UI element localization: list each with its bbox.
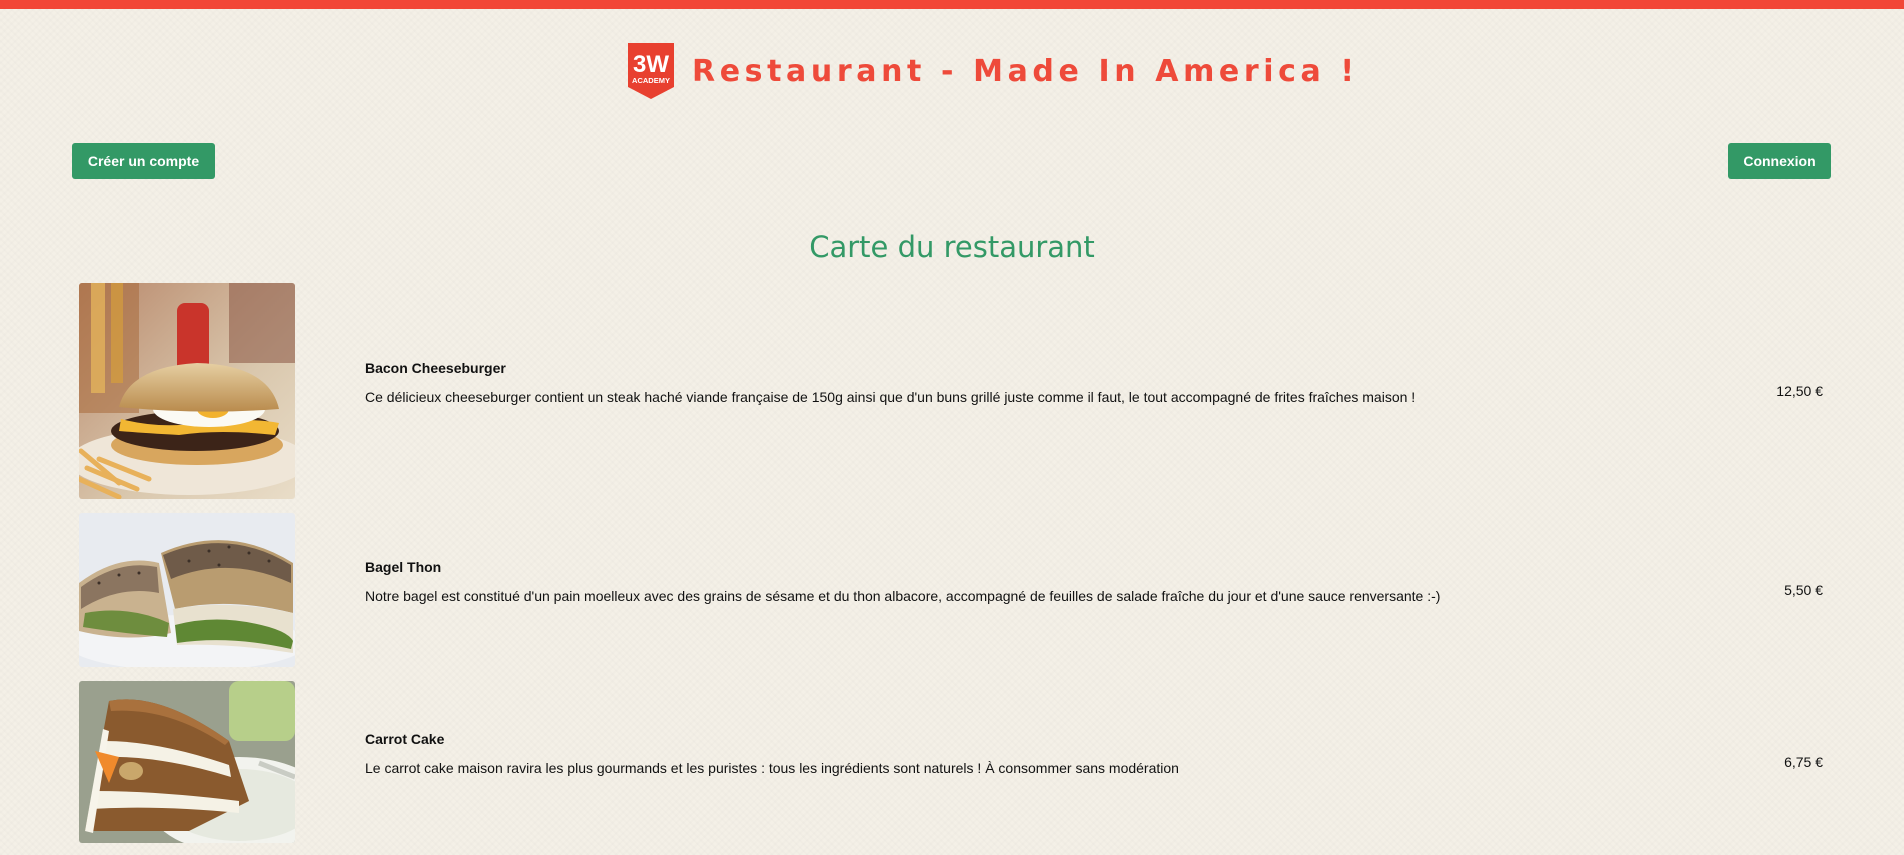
menu-heading: Carte du restaurant [809,230,1095,264]
site-brand[interactable]: 3W ACADEMY Restaurant - Made In America … [626,43,1359,99]
menu-item-price: 12,50 € [1776,383,1823,399]
menu-item-description: Ce délicieux cheeseburger contient un st… [365,389,1416,405]
menu-item-name: Bagel Thon [365,559,442,575]
site-title: Restaurant - Made In America ! [692,53,1359,89]
menu-item-name: Carrot Cake [365,731,445,747]
menu-item: Bacon Cheeseburger Ce délicieux cheesebu… [79,283,1831,499]
carrot-cake-photo [79,681,295,843]
menu-item: Carrot Cake Le carrot cake maison ravira… [79,681,1831,843]
menu-item-price: 5,50 € [1784,582,1823,598]
menu-item-name: Bacon Cheeseburger [365,360,506,376]
login-button[interactable]: Connexion [1728,143,1831,179]
menu-item-description: Le carrot cake maison ravira les plus go… [365,760,1179,776]
3w-academy-logo: 3W ACADEMY [626,43,676,99]
bagel-photo [79,513,295,667]
menu-item-price: 6,75 € [1784,754,1823,770]
top-accent-bar [0,0,1904,9]
logo-text-top: 3W [633,51,669,78]
burger-photo [79,283,295,499]
menu-item-description: Notre bagel est constitué d'un pain moel… [365,588,1441,604]
logo-text-bottom: ACADEMY [632,76,670,85]
menu-item: Bagel Thon Notre bagel est constitué d'u… [79,513,1831,667]
create-account-button[interactable]: Créer un compte [72,143,215,179]
